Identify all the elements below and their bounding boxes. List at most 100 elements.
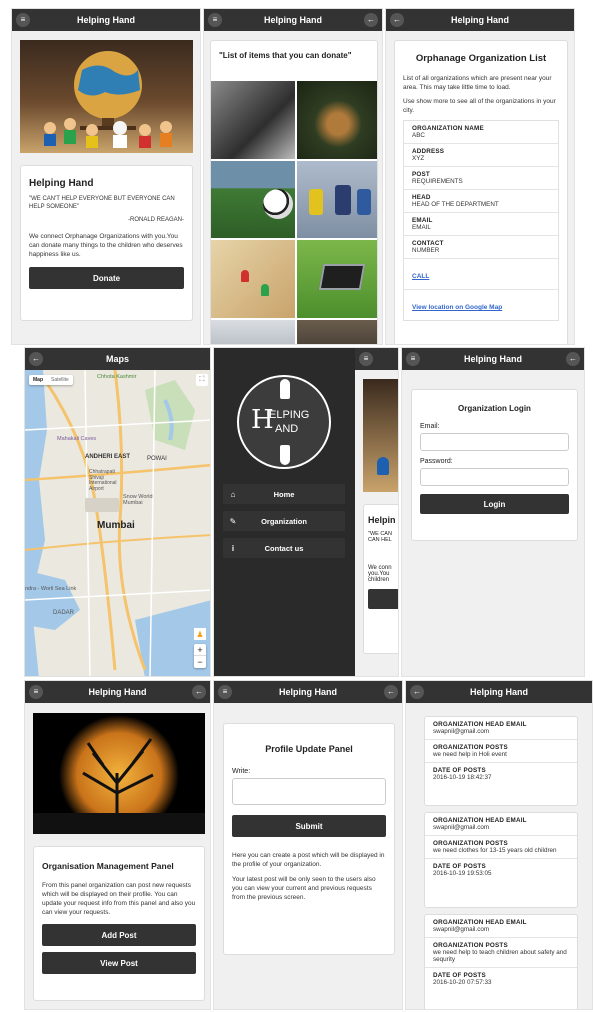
peek-button[interactable] <box>368 589 398 609</box>
call-row: CALL <box>404 259 558 291</box>
view-post-button[interactable]: View Post <box>42 952 196 975</box>
post-textarea[interactable] <box>232 778 386 805</box>
management-screen: ≡ Helping Hand ← Organisation Management… <box>24 680 211 1010</box>
field-label: ADDRESS <box>412 148 445 156</box>
org-detail-box: ORGANIZATION NAME ABC ADDRESS XYZ POST REQU… <box>403 120 559 322</box>
nav-drawer: H ELPING AND ⌂ Home ✎ Organization i Con… <box>214 348 355 676</box>
tree-moon-image <box>33 713 205 834</box>
call-link[interactable]: CALL <box>412 273 429 280</box>
map-type-control: Map Satellite <box>29 375 73 385</box>
org-list-screen: ← Helping Hand Orphanage Organization Li… <box>385 8 575 345</box>
menu-icon[interactable]: ≡ <box>218 685 232 699</box>
item-board-game[interactable] <box>211 240 295 318</box>
item-shoes[interactable] <box>297 81 377 159</box>
map-type-map[interactable]: Map <box>29 375 47 385</box>
map-label-worli: ndra - Worli Sea Link <box>25 586 77 592</box>
drawer-item-label: Contact us <box>264 543 304 553</box>
header: ← Maps <box>25 348 210 370</box>
hand-icon-top <box>280 379 290 399</box>
field-label: EMAIL <box>412 217 433 225</box>
game-piece-icon <box>261 284 269 296</box>
back-arrow-icon[interactable]: ← <box>192 685 206 699</box>
game-piece-icon <box>241 270 249 282</box>
drawer-item-home[interactable]: ⌂ Home <box>223 484 345 504</box>
donate-button[interactable]: Donate <box>29 267 184 290</box>
post-text-row: ORGANIZATION POSTS we need clothes for 13… <box>425 836 577 859</box>
pegman-icon[interactable]: ♟ <box>194 628 206 640</box>
header: ≡ <box>355 348 398 370</box>
add-post-button[interactable]: Add Post <box>42 924 196 947</box>
bag-icon <box>335 185 351 215</box>
zoom-in-button[interactable]: + <box>194 644 206 656</box>
login-button[interactable]: Login <box>420 494 569 514</box>
profile-update-title: Profile Update Panel <box>265 744 353 754</box>
welcome-card: Helping Hand "WE CAN'T HELP EVERYONE BUT… <box>20 165 193 321</box>
drawer-screen: ≡ Helpin "WE CAN CAN HEL We conn you.You… <box>213 347 399 677</box>
drawer-item-label: Home <box>273 489 295 499</box>
post-email-row: ORGANIZATION HEAD EMAIL swapnil@gmail.com <box>425 915 577 938</box>
field-value: we need clothes for 13-15 years old chil… <box>433 847 557 854</box>
info-icon: i <box>231 543 235 553</box>
login-card: Organization Login Email: Password: Logi… <box>411 389 578 541</box>
field-value: 2016-10-19 18:42:37 <box>433 774 492 781</box>
field-value: swapnil@gmail.com <box>433 728 490 735</box>
item-football[interactable] <box>211 161 295 238</box>
fullscreen-icon[interactable]: ⛶ <box>196 374 208 386</box>
google-map-link[interactable]: View location on Google Map <box>412 304 502 311</box>
map-link-row: View location on Google Map <box>404 290 558 320</box>
back-arrow-icon[interactable]: ← <box>410 685 424 699</box>
field-value: NUMBER <box>412 247 440 255</box>
menu-icon[interactable]: ≡ <box>29 685 43 699</box>
profile-update-screen: ≡ Helping Hand ← Profile Update Panel Wr… <box>213 680 403 1010</box>
menu-icon[interactable]: ≡ <box>359 352 373 366</box>
field-value: 2016-10-19 19:53:05 <box>433 870 492 877</box>
item-photo-bottom-left[interactable] <box>211 320 295 344</box>
field-label: ORGANIZATION HEAD EMAIL <box>433 919 527 926</box>
map-label-airport: Chhatrapati Shivaji International Airpor… <box>89 469 117 492</box>
drawer-item-contact[interactable]: i Contact us <box>223 538 345 558</box>
item-books-glasses[interactable] <box>211 81 295 159</box>
item-school-bags[interactable] <box>297 161 377 238</box>
back-arrow-icon[interactable]: ← <box>364 13 378 27</box>
map-label-powai: POWAI <box>147 456 167 462</box>
menu-icon[interactable]: ≡ <box>16 13 30 27</box>
quote-author: -RONALD REAGAN- <box>127 216 184 223</box>
password-field[interactable] <box>420 468 569 486</box>
login-title: Organization Login <box>458 404 531 413</box>
header-title: Helping Hand <box>279 687 337 697</box>
field-value: 2016-10-20 07:57:33 <box>433 979 492 986</box>
submit-button[interactable]: Submit <box>232 815 386 837</box>
toy-icon <box>377 457 389 475</box>
item-laptop[interactable] <box>297 240 377 318</box>
post-email-row: ORGANIZATION HEAD EMAIL swapnil@gmail.com <box>425 717 577 740</box>
menu-icon[interactable]: ≡ <box>208 13 222 27</box>
zoom-out-button[interactable]: − <box>194 656 206 668</box>
field-label: CONTACT <box>412 240 444 248</box>
back-arrow-icon[interactable]: ← <box>566 352 580 366</box>
back-arrow-icon[interactable]: ← <box>390 13 404 27</box>
back-arrow-icon[interactable]: ← <box>29 352 43 366</box>
posts-screen: ← Helping Hand ORGANIZATION HEAD EMAIL sw… <box>405 680 593 1010</box>
menu-icon[interactable]: ≡ <box>406 352 420 366</box>
peek-desc-3: children <box>368 577 390 583</box>
field-value: EMAIL <box>412 224 431 232</box>
back-arrow-icon[interactable]: ← <box>384 685 398 699</box>
donate-list-title: "List of items that you can donate" <box>219 51 352 60</box>
card-title: Helping Hand <box>29 178 94 189</box>
header: ≡ Helping Hand ← <box>204 9 382 31</box>
peek-quote-2: CAN HEL <box>368 537 392 543</box>
header: ≡ Helping Hand ← <box>25 681 210 703</box>
field-label: ORGANIZATION HEAD EMAIL <box>433 817 527 824</box>
map-type-satellite[interactable]: Satellite <box>47 375 73 385</box>
globe-toys-illustration <box>44 51 172 148</box>
donate-items-screen: ≡ Helping Hand ← "List of items that you… <box>203 8 383 345</box>
drawer-item-organization[interactable]: ✎ Organization <box>223 511 345 531</box>
email-field[interactable] <box>420 433 569 451</box>
org-field-head: HEAD HEAD OF THE DEPARTMENT <box>404 190 558 214</box>
map-label-mahakali: Mahakali Caves <box>57 436 97 442</box>
item-photo-bottom-right[interactable] <box>297 320 377 344</box>
org-field-address: ADDRESS XYZ <box>404 144 558 168</box>
field-label: DATE OF POSTS <box>433 863 486 870</box>
google-map[interactable]: Map Satellite ⛶ Chhota Kashmir Mahakali … <box>25 370 210 676</box>
header-title: Maps <box>105 354 129 364</box>
